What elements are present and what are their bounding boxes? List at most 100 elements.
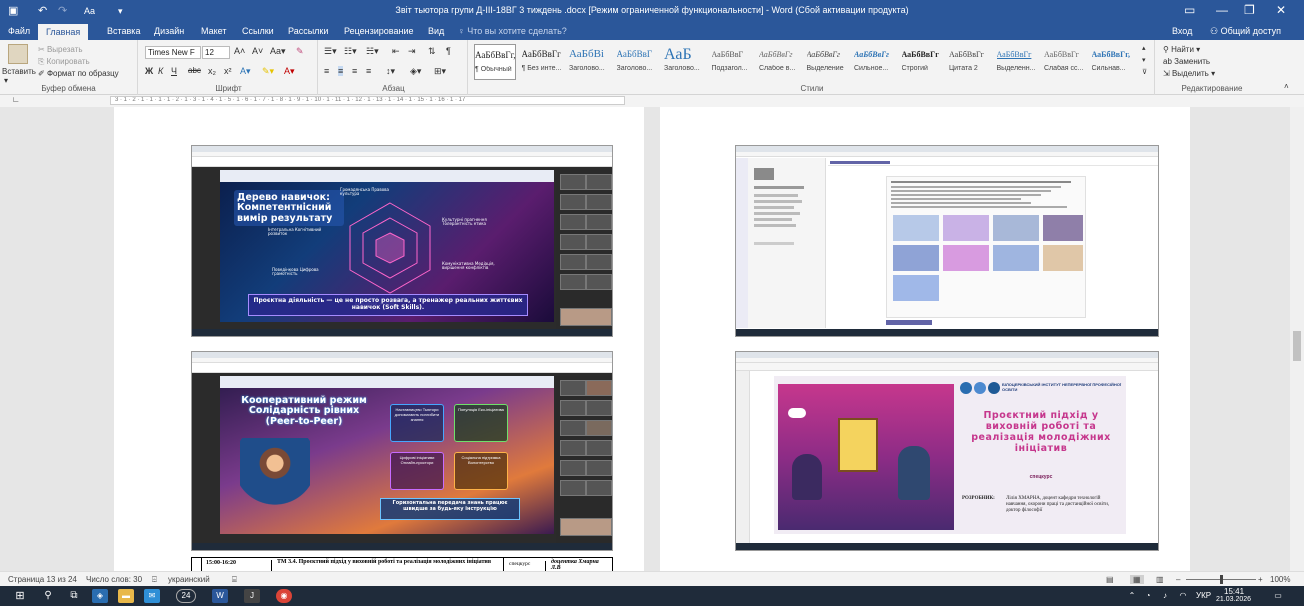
search-icon[interactable]: ⚲ [40,589,56,603]
paste-icon[interactable] [8,44,28,64]
input-language[interactable]: УКР [1196,591,1211,600]
vertical-scrollbar[interactable] [1290,107,1304,571]
justify-icon[interactable]: ≡ [366,66,371,76]
paste-button[interactable]: Вставить [2,67,36,76]
ribbon-display-icon[interactable]: ▭ [1184,3,1195,17]
web-layout-icon[interactable]: ▥ [1156,575,1164,584]
close-icon[interactable]: ✕ [1276,3,1286,17]
tab-references[interactable]: Ссылки [242,26,274,36]
tab-view[interactable]: Вид [428,26,444,36]
restore-icon[interactable]: ❐ [1244,3,1255,17]
minimize-icon[interactable]: — [1216,3,1228,17]
tell-me-box[interactable]: ♀ Что вы хотите сделать? [458,26,567,36]
style-2[interactable]: АаБбВі Заголово... [569,44,611,80]
shading-icon[interactable]: ◈▾ [410,66,421,77]
superscript-button[interactable]: x² [224,66,232,76]
tab-selector-icon[interactable]: ∟ [12,95,20,104]
style-0[interactable]: АаБбВвГг, ¶ Обычный [474,44,516,80]
read-mode-icon[interactable]: ▤ [1106,575,1114,584]
styles-scroll-up-icon[interactable]: ▴ [1142,44,1146,52]
tray-overflow-icon[interactable]: ⌃ [1126,589,1138,603]
page-count[interactable]: Страница 13 из 24 [8,575,77,584]
style-8[interactable]: АаБбВвГг Сильное... [854,44,896,80]
strikethrough-button[interactable]: abc [188,66,201,75]
select-button[interactable]: ⇲ Выделить ▾ [1163,69,1215,78]
document-page-left[interactable]: Дерево навичок: Компетентнісний вимір ре… [114,107,644,572]
line-spacing-icon[interactable]: ↕▾ [386,66,395,77]
word-count[interactable]: Число слов: 30 [86,575,142,584]
zoom-slider-thumb[interactable] [1220,575,1223,584]
style-6[interactable]: АаБбВвГг Слабое в... [759,44,801,80]
copy-button[interactable]: ⎘ Копировать [38,57,90,67]
align-left-icon[interactable]: ≡ [324,66,329,76]
sign-in-link[interactable]: Вход [1172,26,1192,36]
font-size-combo[interactable]: 12 [202,46,230,59]
task-view-icon[interactable]: ⧉ [66,589,82,603]
numbering-icon[interactable]: ☷▾ [344,46,357,57]
highlight-icon[interactable]: ✎▾ [262,66,274,77]
document-page-right[interactable]: БІЛОЦЕРКІВСЬКИЙ ІНСТИТУТ НЕПЕРЕРВНОЇ ПРО… [660,107,1190,571]
clock-time[interactable]: 15:41 [1224,587,1244,596]
network-icon[interactable]: ◔ [1142,589,1154,603]
change-case-icon[interactable]: Aa▾ [270,46,286,57]
style-12[interactable]: АаБбВвГг Слабая сс... [1044,44,1086,80]
decrease-indent-icon[interactable]: ⇤ [392,46,400,57]
borders-icon[interactable]: ⊞▾ [434,66,446,77]
grow-font-icon[interactable]: A˄ [234,46,245,56]
bold-button[interactable]: Ж [145,66,153,76]
scrollbar-thumb[interactable] [1293,331,1301,361]
tab-insert[interactable]: Вставка [107,26,140,36]
style-3[interactable]: АаБбВвГ Заголово... [617,44,659,80]
subscript-button[interactable]: x₂ [208,66,216,76]
styles-scroll-down-icon[interactable]: ▾ [1142,56,1146,64]
increase-indent-icon[interactable]: ⇥ [408,46,416,57]
shrink-font-icon[interactable]: A˅ [252,46,263,56]
clear-format-icon[interactable]: ✎ [296,46,304,57]
italic-button[interactable]: К [158,66,163,76]
store-app-icon[interactable]: ◈ [92,589,108,603]
chrome-icon[interactable]: ◉ [276,589,292,603]
tab-home[interactable]: Главная [38,24,89,40]
share-button[interactable]: ⚇ Общий доступ [1210,26,1281,37]
pilcrow-icon[interactable]: ¶ [446,46,451,56]
style-10[interactable]: АаБбВвГг Цитата 2 [949,44,991,80]
style-4[interactable]: АаБ Заголово... [664,44,706,80]
collapse-ribbon-icon[interactable]: ˄ [1284,82,1289,91]
notifications-badge[interactable]: 24 [176,589,196,603]
style-1[interactable]: АаБбВвГг ¶ Без инте... [522,44,564,80]
bullets-icon[interactable]: ☰▾ [324,46,337,57]
format-painter-button[interactable]: ✐ Формат по образцу [38,69,119,78]
word-app-icon[interactable]: W [212,589,228,603]
cut-button[interactable]: ✂ Вырезать [38,45,83,54]
proofing-icon[interactable]: ⌹ [152,575,157,585]
multilevel-list-icon[interactable]: ☵▾ [366,46,379,57]
ruler-scale[interactable]: 3 · 1 · 2 · 1 · 1 · 1 · 1 · 2 · 1 · 3 · … [110,96,625,105]
font-color-icon[interactable]: A▾ [284,66,295,77]
style-13[interactable]: АаБбВвГг, Сильнав... [1092,44,1134,80]
font-name-combo[interactable]: Times New F [145,46,201,59]
tab-design[interactable]: Дизайн [154,26,184,36]
clock-date[interactable]: 21.03.2026 [1216,596,1251,603]
styles-more-icon[interactable]: ⊽ [1142,68,1147,76]
align-right-icon[interactable]: ≡ [352,66,357,76]
style-5[interactable]: АаБбВвГ Подзагол... [712,44,754,80]
zoom-slider[interactable] [1186,575,1256,584]
tab-review[interactable]: Рецензирование [344,26,414,36]
document-area[interactable]: Дерево навичок: Компетентнісний вимір ре… [0,107,1290,572]
style-7[interactable]: АаБбВвГг Выделение [807,44,849,80]
macro-record-icon[interactable]: ⌸ [232,575,237,585]
mail-app-icon[interactable]: ✉ [144,589,160,603]
tab-file[interactable]: Файл [8,26,30,36]
align-center-icon[interactable]: ≡ [338,66,344,76]
style-11[interactable]: АаБбВвГг Выделенн... [997,44,1039,80]
volume-icon[interactable]: ♪ [1158,589,1172,603]
style-9[interactable]: АаБбВвГг Строгий [902,44,944,80]
wifi-icon[interactable]: ◠ [1176,589,1190,603]
underline-button[interactable]: Ч [171,66,177,76]
action-center-icon[interactable]: ▭ [1270,589,1286,603]
journal-app-icon[interactable]: J [244,589,260,603]
zoom-in-button[interactable]: + [1258,575,1263,584]
tab-mailings[interactable]: Рассылки [288,26,328,36]
zoom-out-button[interactable]: – [1176,575,1180,584]
sort-icon[interactable]: ⇅ [428,46,436,57]
